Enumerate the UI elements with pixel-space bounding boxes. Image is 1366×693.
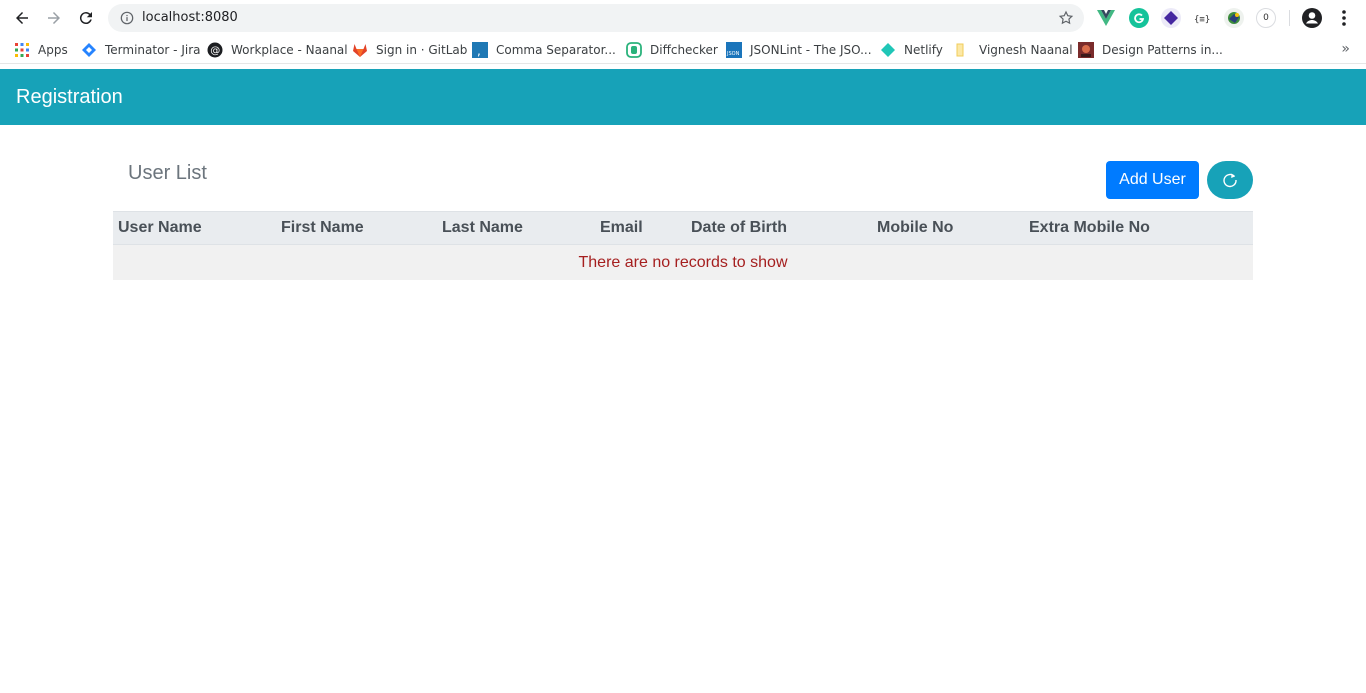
folder-icon (956, 43, 964, 57)
column-header-extra-mobile-no[interactable]: Extra Mobile No (1029, 219, 1150, 237)
bookmark-label: Terminator - Jira (105, 43, 201, 57)
empty-state-message: There are no records to show (578, 253, 788, 271)
column-header-email[interactable]: Email (600, 219, 643, 237)
bookmark-jsonlint[interactable]: JSON JSONLint - The JSO... (726, 42, 872, 58)
forward-button[interactable] (44, 8, 64, 28)
browser-menu-button[interactable] (1334, 8, 1354, 28)
kebab-menu-icon (1342, 10, 1346, 26)
jira-icon (82, 43, 96, 57)
apps-grid-icon (15, 43, 29, 57)
svg-text:,: , (477, 44, 481, 58)
bookmark-label: Design Patterns in... (1102, 43, 1223, 57)
user-table: User Name First Name Last Name Email Dat… (113, 211, 1253, 280)
jsonlint-icon: JSON (726, 42, 742, 58)
back-button[interactable] (12, 8, 32, 28)
bookmark-label: Apps (38, 43, 68, 57)
add-user-button[interactable]: Add User (1106, 161, 1199, 199)
column-header-mobile-no[interactable]: Mobile No (877, 219, 953, 237)
svg-text:@: @ (210, 46, 220, 57)
reload-button[interactable] (76, 8, 96, 28)
page-title: User List (128, 162, 207, 184)
url-text[interactable]: localhost:8080 (142, 10, 238, 26)
vue-devtools-icon[interactable] (1096, 8, 1116, 28)
bookmark-design-patterns[interactable]: Design Patterns in... (1078, 42, 1223, 58)
bookmark-label: Netlify (904, 43, 943, 57)
bookmark-label: Sign in · GitLab (376, 43, 468, 57)
bookmark-star-icon[interactable] (1058, 10, 1074, 26)
empty-state-row: There are no records to show (113, 245, 1253, 280)
toolbar-divider (1289, 10, 1290, 26)
bookmark-label: Diffchecker (650, 43, 718, 57)
bookmark-diffchecker[interactable]: Diffchecker (626, 42, 718, 58)
profile-button[interactable] (1302, 8, 1322, 28)
info-icon[interactable] (120, 11, 134, 25)
column-header-date-of-birth[interactable]: Date of Birth (691, 219, 787, 237)
bookmark-folder-vignesh[interactable]: Vignesh Naanal (955, 42, 1073, 58)
bookmarks-bar: Apps Terminator - Jira @ Workplace - Naa… (0, 36, 1366, 64)
reload-icon (79, 12, 92, 25)
design-patterns-icon (1078, 42, 1094, 58)
bookmark-jira[interactable]: Terminator - Jira (81, 42, 200, 58)
bookmark-workplace[interactable]: @ Workplace - Naanal (207, 42, 348, 58)
address-bar[interactable]: localhost:8080 (108, 4, 1084, 32)
column-header-last-name[interactable]: Last Name (442, 219, 523, 237)
column-header-first-name[interactable]: First Name (281, 219, 364, 237)
grammarly-icon[interactable] (1129, 8, 1149, 28)
bookmark-label: JSONLint - The JSO... (750, 43, 872, 57)
extension-badge-icon[interactable]: 0 (1256, 8, 1276, 28)
bookmark-label: Workplace - Naanal (231, 43, 348, 57)
netlify-icon (881, 43, 895, 57)
browser-toolbar: localhost:8080 {≡} 0 (0, 0, 1366, 36)
refresh-button[interactable] (1207, 161, 1253, 199)
column-header-user-name[interactable]: User Name (118, 219, 202, 237)
svg-text:{≡}: {≡} (1194, 15, 1210, 24)
arrow-left-icon (16, 12, 28, 24)
app-title[interactable]: Registration (16, 85, 123, 109)
bookmark-label: Vignesh Naanal (979, 43, 1073, 57)
bookmark-netlify[interactable]: Netlify (880, 42, 943, 58)
bookmark-gitlab[interactable]: Sign in · GitLab (352, 42, 467, 58)
app-header: Registration (0, 69, 1366, 125)
json-formatter-icon[interactable]: {≡} (1193, 8, 1213, 28)
extension-badge-count: 0 (1263, 13, 1269, 23)
arrow-right-icon (48, 12, 60, 24)
bookmark-comma-separator[interactable]: , Comma Separator... (472, 42, 616, 58)
profile-avatar-icon (1302, 8, 1322, 28)
bookmarks-overflow-button[interactable]: » (1341, 41, 1350, 57)
extension-diamond-icon[interactable] (1161, 8, 1181, 28)
comma-icon: , (472, 42, 488, 58)
refresh-icon (1223, 173, 1237, 188)
svg-text:JSON: JSON (726, 51, 740, 57)
extension-globe-icon[interactable] (1224, 8, 1244, 28)
bookmark-label: Comma Separator... (496, 43, 616, 57)
gitlab-icon (353, 44, 367, 57)
workplace-icon: @ (207, 42, 223, 58)
bookmark-apps[interactable]: Apps (14, 42, 68, 58)
table-header: User Name First Name Last Name Email Dat… (113, 211, 1253, 245)
diffchecker-icon (626, 42, 642, 58)
